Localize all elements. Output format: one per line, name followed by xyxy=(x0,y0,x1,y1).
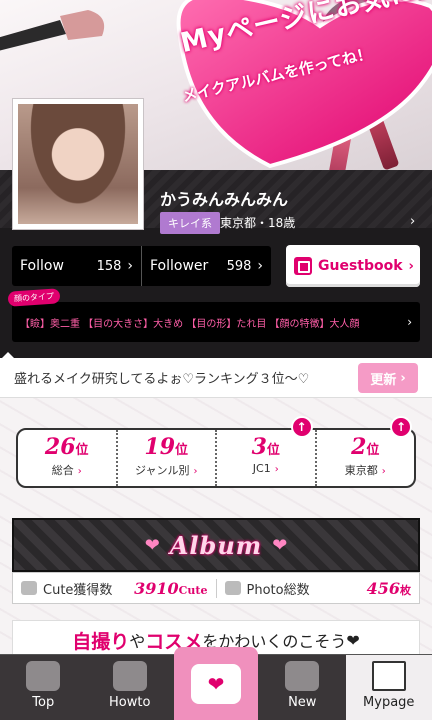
status-message-bar: 盛れるメイク研究してるよぉ♡ランキング３位〜♡ 更新 › xyxy=(0,352,432,398)
camera-icon: ❤ xyxy=(191,664,241,704)
nav-top[interactable]: Top xyxy=(0,655,87,720)
username: かうみんみんみん xyxy=(160,190,289,209)
bottom-nav: Top Howto ❤ New Mypage xyxy=(0,647,432,720)
makeup-brush-image xyxy=(0,10,105,51)
chevron-right-icon: › xyxy=(408,258,414,274)
cute-label: Cute獲得数 xyxy=(43,582,113,598)
heart-icon: ❤ xyxy=(144,534,160,556)
rank-up-icon: ↑ xyxy=(290,416,313,438)
rank-overall[interactable]: 26位 総合 › xyxy=(18,430,116,486)
rank-jc1[interactable]: ↑ 3位 JC1 › xyxy=(215,416,315,486)
follow-label: Follow xyxy=(20,258,64,274)
photo-icon xyxy=(224,581,241,595)
follow-button[interactable]: Follow 158 › xyxy=(12,246,141,286)
profile-card-icon xyxy=(371,661,406,691)
follower-button[interactable]: Follower 598 › xyxy=(141,246,271,286)
rank-genre[interactable]: 19位 ジャンル別 › xyxy=(115,430,216,486)
content-area: 26位 総合 › 19位 ジャンル別 › ↑ 3位 JC1 › ↑ 2位 東京都 › ❤… xyxy=(0,398,432,654)
update-button[interactable]: 更新 › xyxy=(358,363,418,393)
rank-prefecture[interactable]: ↑ 2位 東京都 › xyxy=(314,416,415,486)
nav-new-label: New xyxy=(288,695,317,710)
chevron-right-icon: › xyxy=(407,315,412,329)
album-header: ❤ Album ❤ xyxy=(12,518,420,572)
nav-new[interactable]: New xyxy=(259,655,346,720)
style-tag: キレイ系 xyxy=(160,212,220,234)
nav-howto[interactable]: Howto xyxy=(87,655,174,720)
follow-box: Follow 158 › Follower 598 › xyxy=(12,246,271,286)
ranking-box: 26位 総合 › 19位 ジャンル別 › ↑ 3位 JC1 › ↑ 2位 東京都 › xyxy=(16,416,416,488)
nav-camera[interactable]: ❤ xyxy=(173,647,259,720)
rank-label: 総合 › xyxy=(51,464,82,477)
cta-selfie: 自撮り xyxy=(72,630,130,653)
chevron-right-icon: › xyxy=(127,258,133,274)
cute-count: Cute獲得数 3910Cute xyxy=(13,579,216,598)
avatar[interactable] xyxy=(12,98,144,230)
photo-count: Photo総数 456枚 xyxy=(215,578,420,598)
new-heart-icon xyxy=(285,661,320,691)
avatar-photo xyxy=(18,104,138,224)
status-message: 盛れるメイク研究してるよぉ♡ランキング３位〜♡ xyxy=(14,372,310,387)
heart-icon: ❤ xyxy=(346,630,360,650)
follow-count: 158 xyxy=(96,258,122,274)
photo-label: Photo総数 xyxy=(246,582,310,598)
nav-mypage-label: Mypage xyxy=(363,695,415,710)
nav-mypage[interactable]: Mypage xyxy=(345,655,432,720)
guestbook-label: Guestbook xyxy=(318,258,403,274)
face-type-bar[interactable]: 【瞼】奥二重 【目の大きさ】大きめ 【目の形】たれ目 【顔の特徴】大人顔 › xyxy=(12,302,420,342)
home-icon xyxy=(26,661,61,691)
rank-value: 19位 xyxy=(144,434,189,460)
rank-label: JC1 › xyxy=(252,462,279,475)
rank-label: 東京都 › xyxy=(344,464,386,477)
speech-notch xyxy=(2,352,14,358)
chevron-right-icon: › xyxy=(257,258,263,274)
cute-value: 3910Cute xyxy=(134,578,208,598)
guestbook-button[interactable]: Guestbook › xyxy=(286,245,420,287)
chevron-right-icon: › xyxy=(400,370,406,386)
update-label: 更新 xyxy=(370,372,397,388)
nav-howto-label: Howto xyxy=(109,695,151,710)
heart-icon xyxy=(21,581,37,595)
feather-icon xyxy=(112,661,147,691)
photo-value: 456枚 xyxy=(366,578,411,598)
heart-icon: ❤ xyxy=(272,534,288,556)
camera-button[interactable]: ❤ xyxy=(174,647,258,720)
album-title: Album xyxy=(169,530,263,560)
cta-ya: や xyxy=(129,632,146,651)
follower-label: Follower xyxy=(150,258,209,274)
face-type-text: 【瞼】奥二重 【目の大きさ】大きめ 【目の形】たれ目 【顔の特徴】大人顔 xyxy=(20,318,360,330)
guestbook-icon xyxy=(294,257,312,275)
location-age: 東京都・18歳 xyxy=(220,216,296,230)
album-stats: Cute獲得数 3910Cute Photo総数 456枚 xyxy=(12,572,420,604)
follower-count: 598 xyxy=(226,258,252,274)
rank-up-icon: ↑ xyxy=(390,416,412,438)
chevron-right-icon[interactable]: › xyxy=(410,214,415,229)
nav-top-label: Top xyxy=(32,695,55,710)
rank-value: 26位 xyxy=(44,434,89,460)
rank-label: ジャンル別 › xyxy=(135,464,198,477)
